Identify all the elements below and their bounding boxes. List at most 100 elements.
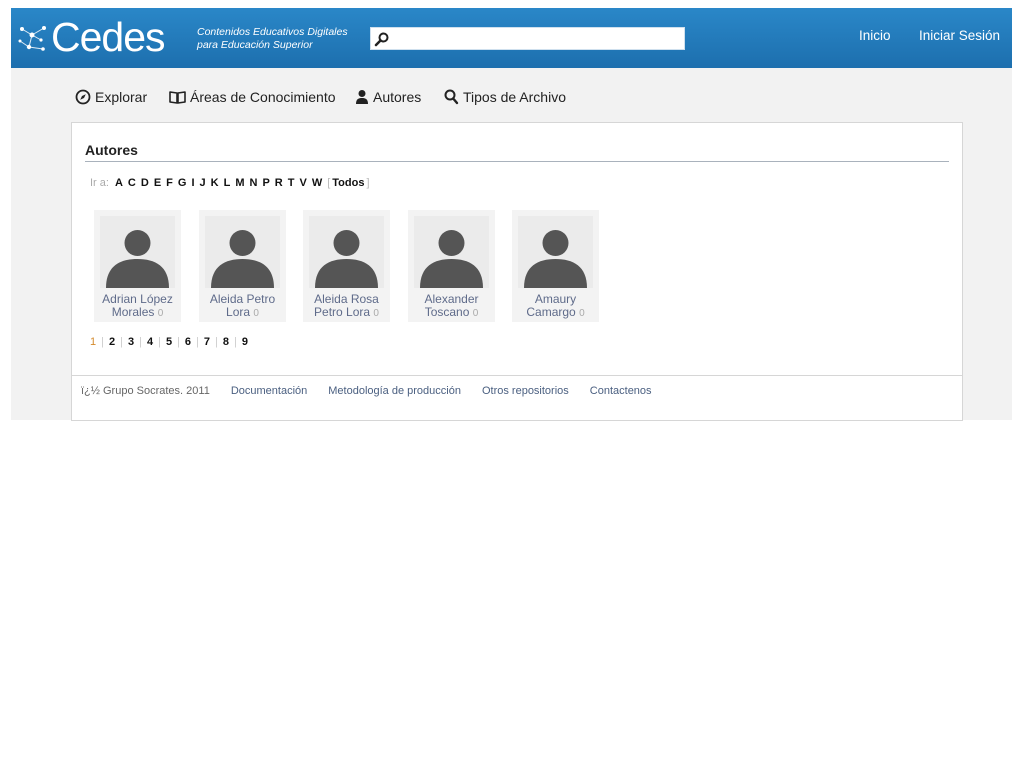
author-resource-count: 0	[157, 308, 164, 319]
letter-filter-e[interactable]: E	[154, 177, 161, 189]
author-resource-count: 0	[579, 308, 585, 319]
author-name[interactable]: Adrian López Morales 0	[94, 293, 181, 320]
book-icon	[169, 91, 186, 104]
nav-item-explorar[interactable]: Explorar	[75, 89, 147, 105]
page-title: Autores	[85, 142, 138, 158]
author-resource-count: 0	[253, 308, 259, 319]
letter-filter-t[interactable]: T	[288, 177, 295, 189]
footer-link-metodologia[interactable]: Metodología de producción	[328, 385, 461, 397]
author-card[interactable]: Adrian López Morales 0	[94, 210, 181, 322]
author-name-line1: Amaury	[534, 292, 577, 306]
main-nav: Explorar Áreas de Conocimiento Autores T…	[11, 68, 1012, 122]
footer-link-documentacion[interactable]: Documentación	[231, 385, 307, 397]
page-6-link[interactable]: 6	[185, 336, 191, 348]
letter-filter-v[interactable]: V	[299, 177, 306, 189]
page-4-link[interactable]: 4	[147, 336, 153, 348]
author-name[interactable]: Amaury Camargo 0	[512, 293, 599, 320]
nav-label: Tipos de Archivo	[463, 89, 566, 105]
site-tagline: Contenidos Educativos Digitales para Edu…	[197, 26, 348, 52]
letter-filter-p[interactable]: P	[262, 177, 269, 189]
header-bar: Cedes Contenidos Educativos Digitales pa…	[11, 8, 1012, 68]
login-link[interactable]: Iniciar Sesión	[919, 28, 1000, 43]
letter-filter-all[interactable]: Todos	[332, 177, 364, 189]
page-3-link[interactable]: 3	[128, 336, 134, 348]
author-name-line2: Camargo	[526, 305, 576, 319]
footer-link-contactenos[interactable]: Contactenos	[590, 385, 652, 397]
home-link[interactable]: Inicio	[859, 28, 891, 43]
bracket-open: [	[327, 177, 331, 189]
page-separator: |	[234, 336, 237, 348]
author-card[interactable]: Amaury Camargo 0	[512, 210, 599, 322]
author-card[interactable]: Alexander Toscano 0	[408, 210, 495, 322]
avatar-placeholder-icon	[205, 216, 280, 288]
author-name-line1: Alexander	[424, 292, 479, 306]
avatar-placeholder-icon	[100, 216, 175, 288]
letter-filter-d[interactable]: D	[141, 177, 149, 189]
letter-filter-a[interactable]: A	[115, 177, 123, 189]
page-1-current: 1	[90, 336, 97, 348]
author-name-line2: Toscano	[424, 305, 470, 319]
author-name-line2: Lora	[226, 305, 251, 319]
letter-filter-m[interactable]: M	[235, 177, 244, 189]
letter-filter-j[interactable]: J	[200, 177, 206, 189]
page-separator: |	[196, 336, 199, 348]
page-separator: |	[139, 336, 142, 348]
title-divider	[85, 161, 949, 162]
author-name-line2: Petro Lora	[314, 305, 371, 319]
page-9-link[interactable]: 9	[242, 336, 248, 348]
author-name-line2: Morales	[111, 305, 155, 319]
nav-item-autores[interactable]: Autores	[355, 89, 421, 105]
cedes-logo[interactable]: Cedes	[17, 14, 179, 60]
nav-item-tipos[interactable]: Tipos de Archivo	[444, 89, 566, 105]
search-icon	[444, 89, 459, 105]
content-panel: Autores Ir a: A C D E F G I J K L M N P …	[71, 122, 963, 421]
compass-icon	[75, 89, 91, 105]
nav-label: Explorar	[95, 89, 148, 105]
avatar-placeholder-icon	[309, 216, 384, 288]
search-input[interactable]	[393, 28, 681, 49]
page-8-link[interactable]: 8	[223, 336, 229, 348]
page-separator: |	[215, 336, 218, 348]
author-name[interactable]: Aleida Petro Lora 0	[199, 293, 286, 320]
pagination: 1 | 2 | 3 | 4 | 5 | 6 | 7 | 8 | 9	[90, 336, 248, 348]
page-2-link[interactable]: 2	[109, 336, 115, 348]
letter-filter-l[interactable]: L	[224, 177, 231, 189]
letter-filter-n[interactable]: N	[250, 177, 258, 189]
letter-filter-g[interactable]: G	[178, 177, 187, 189]
letter-filter-k[interactable]: K	[211, 177, 219, 189]
footer-link-repositorios[interactable]: Otros repositorios	[482, 385, 569, 397]
author-name-line1: Adrian López	[102, 292, 173, 306]
avatar-placeholder-icon	[414, 216, 489, 288]
magnifier-icon[interactable]	[374, 31, 390, 47]
page-7-link[interactable]: 7	[204, 336, 210, 348]
page-5-link[interactable]: 5	[166, 336, 172, 348]
author-name-line1: Aleida Rosa	[314, 292, 379, 306]
nav-label: Autores	[373, 89, 422, 105]
tagline-line-2: para Educación Superior	[197, 39, 313, 51]
avatar-placeholder-icon	[518, 216, 593, 288]
letter-filter-f[interactable]: F	[166, 177, 173, 189]
author-name[interactable]: Alexander Toscano 0	[408, 293, 495, 320]
bracket-close: ]	[366, 177, 370, 189]
nav-item-areas[interactable]: Áreas de Conocimiento	[169, 89, 336, 105]
author-resource-count: 0	[373, 308, 379, 319]
author-name-line1: Aleida Petro	[209, 292, 276, 306]
letter-filter-c[interactable]: C	[128, 177, 136, 189]
logo-text: Cedes	[51, 14, 166, 60]
footer: ï¿½ Grupo Socrates. 2011 Documentación M…	[81, 385, 652, 397]
author-card[interactable]: Aleida Rosa Petro Lora 0	[303, 210, 390, 322]
letter-filter-i[interactable]: I	[191, 177, 194, 189]
letter-filter-r[interactable]: R	[275, 177, 283, 189]
letter-filter-w[interactable]: W	[312, 177, 322, 189]
search-box[interactable]	[370, 27, 685, 50]
tagline-line-1: Contenidos Educativos Digitales	[197, 26, 348, 38]
alphabet-filter: Ir a: A C D E F G I J K L M N P R T V W …	[90, 177, 370, 189]
page-separator: |	[158, 336, 161, 348]
author-card[interactable]: Aleida Petro Lora 0	[199, 210, 286, 322]
nav-label: Áreas de Conocimiento	[190, 89, 336, 105]
footer-divider	[72, 375, 962, 376]
molecule-logo-icon	[18, 26, 46, 51]
page-separator: |	[120, 336, 123, 348]
author-name[interactable]: Aleida Rosa Petro Lora 0	[303, 293, 390, 320]
goto-label: Ir a:	[90, 177, 109, 189]
